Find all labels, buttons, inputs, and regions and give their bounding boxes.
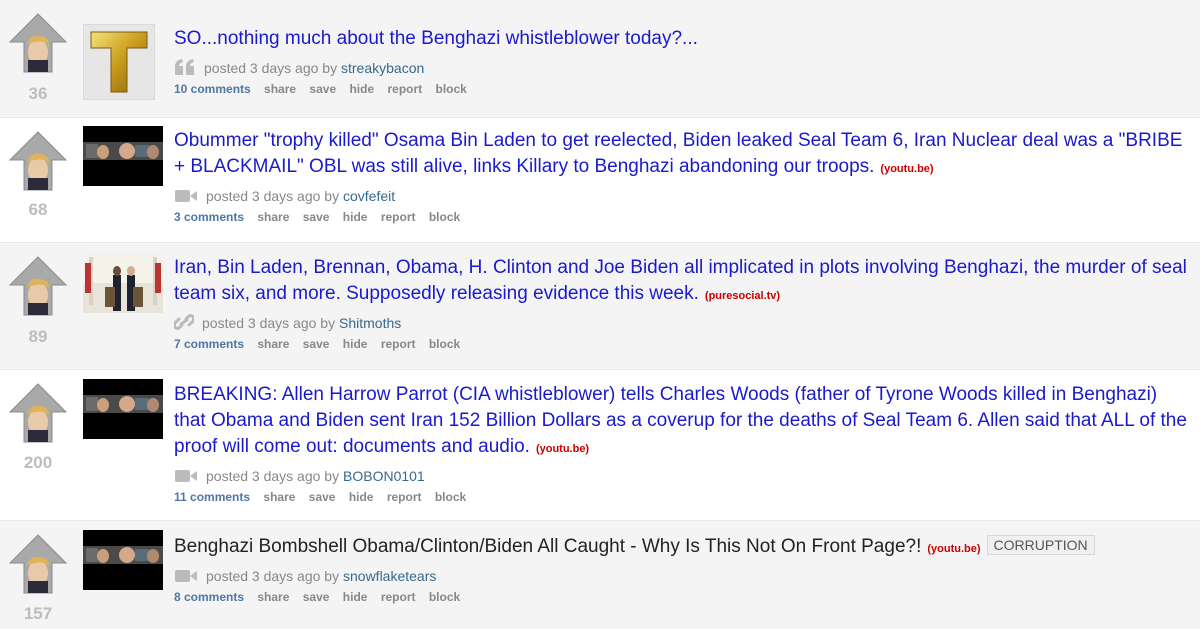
hide-button[interactable]: hide [343, 337, 368, 351]
domain-link[interactable]: (puresocial.tv) [705, 290, 780, 302]
author-link[interactable]: snowflaketears [343, 568, 436, 584]
posted-text: posted 3 days ago by [204, 60, 338, 76]
link-icon [172, 313, 196, 336]
press-conference-thumbnail[interactable] [83, 253, 163, 313]
post-actions: 11 comments share save hide report block [174, 490, 1192, 504]
hide-button[interactable]: hide [343, 210, 368, 224]
block-button[interactable]: block [436, 82, 467, 96]
video-thumbnail[interactable] [83, 126, 163, 186]
share-button[interactable]: share [263, 490, 295, 504]
author-link[interactable]: BOBON0101 [343, 468, 425, 484]
post-title-link[interactable]: Benghazi Bombshell Obama/Clinton/Biden A… [174, 536, 921, 557]
post-meta: posted 3 days ago by covfefeit [174, 186, 1192, 206]
comments-link[interactable]: 3 comments [174, 210, 244, 224]
flair-badge: CORRUPTION [986, 535, 1095, 555]
hide-button[interactable]: hide [349, 82, 374, 96]
hide-button[interactable]: hide [349, 490, 374, 504]
post-content: SO...nothing much about the Benghazi whi… [174, 26, 1192, 96]
upvote-arrow-icon[interactable] [8, 12, 68, 74]
post-title-link[interactable]: Iran, Bin Laden, Brennan, Obama, H. Clin… [174, 257, 1187, 304]
video-icon [174, 568, 198, 589]
comments-link[interactable]: 11 comments [174, 490, 250, 504]
share-button[interactable]: share [257, 337, 289, 351]
domain-link[interactable]: (youtu.be) [927, 543, 980, 555]
post-item: 157 Benghazi Bombshell Obama/Clinton/Bid… [0, 521, 1200, 629]
post-score: 157 [23, 604, 53, 623]
author-link[interactable]: streakybacon [341, 60, 424, 76]
comments-link[interactable]: 8 comments [174, 590, 244, 604]
post-title-link[interactable]: BREAKING: Allen Harrow Parrot (CIA whist… [174, 384, 1187, 457]
save-button[interactable]: save [309, 82, 336, 96]
post-content: Iran, Bin Laden, Brennan, Obama, H. Clin… [172, 255, 1192, 351]
save-button[interactable]: save [303, 590, 330, 604]
video-thumbnail[interactable] [83, 379, 163, 439]
block-button[interactable]: block [435, 490, 466, 504]
block-button[interactable]: block [429, 590, 460, 604]
share-button[interactable]: share [257, 590, 289, 604]
post-meta: posted 3 days ago by Shitmoths [172, 313, 1192, 336]
video-thumbnail[interactable] [83, 530, 163, 590]
posted-text: posted 3 days ago by [206, 188, 340, 204]
hide-button[interactable]: hide [343, 590, 368, 604]
post-meta: posted 3 days ago by BOBON0101 [174, 466, 1192, 486]
comments-link[interactable]: 7 comments [174, 337, 244, 351]
block-button[interactable]: block [429, 210, 460, 224]
posted-text: posted 3 days ago by [206, 468, 340, 484]
post-item: 89 Iran, Bin Laden, Brennan, Obama, H. C… [0, 243, 1200, 370]
post-actions: 7 comments share save hide report block [174, 337, 1192, 351]
block-button[interactable]: block [429, 337, 460, 351]
post-title-link[interactable]: SO...nothing much about the Benghazi whi… [174, 28, 698, 49]
post-title-link[interactable]: Obummer "trophy killed" Osama Bin Laden … [174, 130, 1182, 177]
save-button[interactable]: save [303, 337, 330, 351]
report-button[interactable]: report [387, 82, 422, 96]
post-score: 200 [23, 453, 53, 472]
report-button[interactable]: report [381, 210, 416, 224]
domain-link[interactable]: (youtu.be) [536, 443, 589, 455]
upvote-arrow-icon[interactable] [8, 382, 68, 444]
post-actions: 3 comments share save hide report block [174, 210, 1192, 224]
post-item: 200 BREAKING: Allen Harrow Parrot (CIA w… [0, 370, 1200, 521]
share-button[interactable]: share [264, 82, 296, 96]
author-link[interactable]: covfefeit [343, 188, 395, 204]
report-button[interactable]: report [381, 590, 416, 604]
report-button[interactable]: report [387, 490, 422, 504]
post-content: Benghazi Bombshell Obama/Clinton/Biden A… [174, 534, 1192, 604]
post-score: 89 [28, 327, 48, 346]
save-button[interactable]: save [309, 490, 336, 504]
report-button[interactable]: report [381, 337, 416, 351]
posted-text: posted 3 days ago by [206, 568, 340, 584]
domain-link[interactable]: (youtu.be) [880, 163, 933, 175]
post-actions: 10 comments share save hide report block [174, 82, 1192, 96]
posted-text: posted 3 days ago by [202, 315, 336, 331]
comments-link[interactable]: 10 comments [174, 82, 251, 96]
post-score: 36 [28, 84, 48, 103]
post-meta: posted 3 days ago by streakybacon [174, 58, 1192, 78]
post-item: 68 Obummer "trophy killed" Osama Bin Lad… [0, 118, 1200, 243]
gold-letter-t-thumbnail[interactable] [83, 24, 155, 100]
upvote-arrow-icon[interactable] [8, 130, 68, 192]
post-content: BREAKING: Allen Harrow Parrot (CIA whist… [174, 382, 1192, 504]
post-meta: posted 3 days ago by snowflaketears [174, 566, 1192, 586]
share-button[interactable]: share [257, 210, 289, 224]
save-button[interactable]: save [303, 210, 330, 224]
post-content: Obummer "trophy killed" Osama Bin Laden … [174, 128, 1192, 224]
quote-icon [174, 58, 196, 81]
author-link[interactable]: Shitmoths [339, 315, 401, 331]
post-score: 68 [28, 200, 48, 219]
post-item: 36 SO...nothing much about the Benghazi … [0, 0, 1200, 118]
upvote-arrow-icon[interactable] [8, 533, 68, 595]
post-actions: 8 comments share save hide report block [174, 590, 1192, 604]
video-icon [174, 468, 198, 489]
upvote-arrow-icon[interactable] [8, 255, 68, 317]
video-icon [174, 188, 198, 209]
